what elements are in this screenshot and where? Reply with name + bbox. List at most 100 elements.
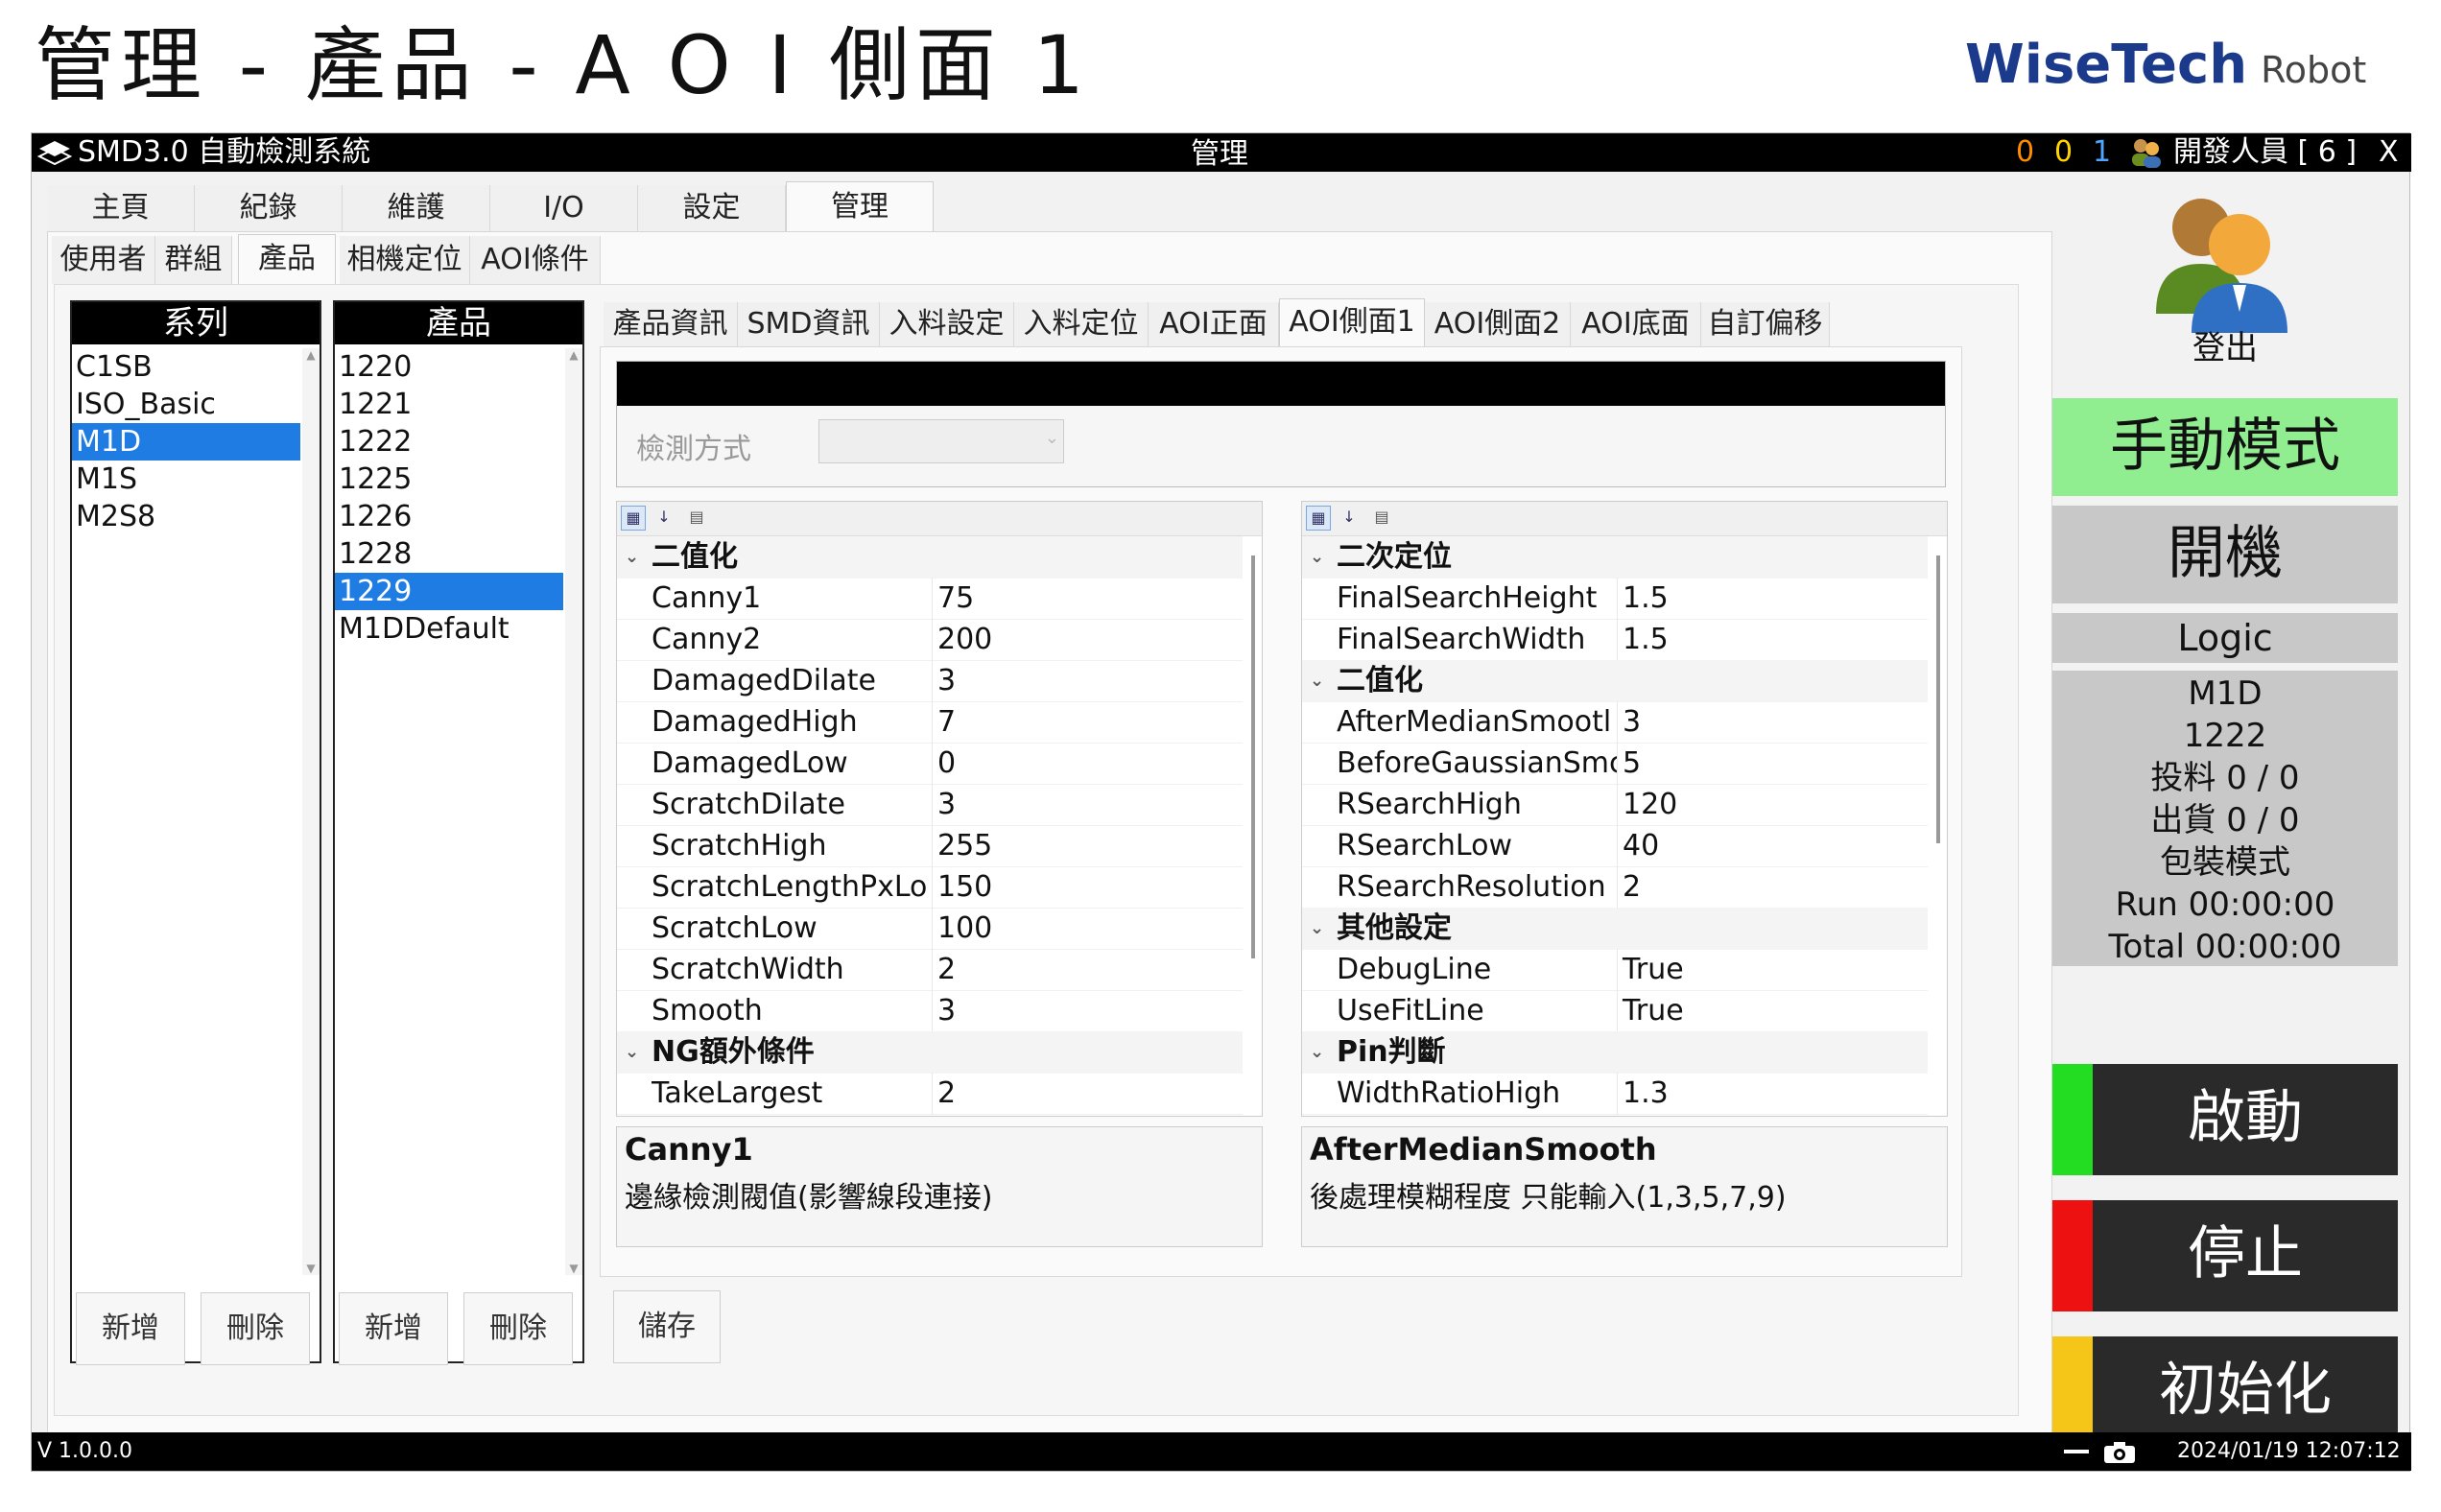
collapse-icon[interactable]: ⌄ <box>625 1031 639 1074</box>
series-list[interactable]: C1SB ISO_Basic M1D M1S M2S8 <box>72 348 300 535</box>
property-pages-icon[interactable]: ▤ <box>684 506 709 531</box>
tab-maintenance[interactable]: 維護 <box>343 185 490 231</box>
property-row[interactable]: TakeLargest 2 <box>617 1073 1243 1115</box>
property-value[interactable]: True <box>1623 949 1684 991</box>
list-item[interactable]: 1225 <box>335 461 563 498</box>
subtab-camera-position[interactable]: 相機定位 <box>340 236 470 284</box>
property-category[interactable]: ⌄ 二值化 <box>617 536 1243 579</box>
tab-admin[interactable]: 管理 <box>786 181 934 233</box>
property-row[interactable]: RSearchHigh 120 <box>1302 784 1928 826</box>
property-category[interactable]: ⌄ 二次定位 <box>1302 536 1928 579</box>
property-row[interactable]: ScratchWidth 2 <box>617 949 1243 991</box>
property-row[interactable]: DamagedDilate 3 <box>617 660 1243 702</box>
list-item[interactable]: 1220 <box>335 348 563 386</box>
property-value[interactable]: 3 <box>937 660 956 702</box>
scroll-up-icon[interactable]: ▲ <box>302 348 320 362</box>
sort-az-icon[interactable]: ↓ <box>1337 506 1362 531</box>
property-row[interactable]: Smooth 3 <box>617 990 1243 1032</box>
property-value[interactable]: 75 <box>937 578 974 620</box>
property-row[interactable]: RSearchResolution 2 <box>1302 866 1928 909</box>
property-row[interactable]: ScratchDilate 3 <box>617 784 1243 826</box>
list-item[interactable]: M2S8 <box>72 498 300 535</box>
stop-button[interactable]: 停止 <box>2052 1200 2398 1311</box>
property-row[interactable]: ScratchLengthPxLo 150 <box>617 866 1243 909</box>
property-value[interactable]: 0 <box>937 743 956 785</box>
add-product-button[interactable]: 新增 <box>339 1292 448 1365</box>
property-category[interactable]: ⌄ 二值化 <box>1302 660 1928 702</box>
property-value[interactable]: 120 <box>1623 784 1677 826</box>
subtab-products[interactable]: 產品 <box>238 234 336 286</box>
property-value[interactable]: 3 <box>937 784 956 826</box>
collapse-icon[interactable]: ⌄ <box>1310 908 1324 950</box>
scroll-thumb[interactable] <box>1251 555 1255 958</box>
product-list[interactable]: 1220 1221 1222 1225 1226 1228 1229 M1DDe… <box>335 348 563 648</box>
list-item[interactable]: 1226 <box>335 498 563 535</box>
tab-aoi-side1[interactable]: AOI側面1 <box>1279 298 1425 348</box>
scroll-down-icon[interactable]: ▼ <box>565 1262 582 1275</box>
property-row[interactable]: FinalSearchHeight 1.5 <box>1302 578 1928 620</box>
tab-settings[interactable]: 設定 <box>638 185 786 231</box>
list-item[interactable]: 1221 <box>335 386 563 423</box>
property-value[interactable]: 3 <box>937 990 956 1032</box>
property-value[interactable]: 1.5 <box>1623 578 1669 620</box>
categorized-icon[interactable]: ▦ <box>1306 506 1331 531</box>
list-item[interactable]: 1228 <box>335 535 563 573</box>
tab-product-info[interactable]: 產品資訊 <box>604 302 738 346</box>
subtab-users[interactable]: 使用者 <box>52 236 155 284</box>
save-button[interactable]: 儲存 <box>613 1290 721 1363</box>
tab-feed-settings[interactable]: 入料設定 <box>880 302 1014 346</box>
start-button[interactable]: 啟動 <box>2052 1064 2398 1175</box>
camera-icon[interactable] <box>2102 1440 2137 1465</box>
tab-aoi-bottom[interactable]: AOI底面 <box>1571 302 1701 346</box>
property-value[interactable]: 3 <box>1623 701 1641 744</box>
tab-feed-position[interactable]: 入料定位 <box>1014 302 1149 346</box>
manual-mode-button[interactable]: 手動模式 <box>2052 398 2398 496</box>
property-value[interactable]: 1.5 <box>1623 619 1669 661</box>
tab-io[interactable]: I/O <box>490 185 638 231</box>
scroll-down-icon[interactable]: ▼ <box>302 1262 320 1275</box>
property-value[interactable]: True <box>1623 990 1684 1032</box>
list-item-selected[interactable]: M1D <box>72 423 300 461</box>
property-row[interactable]: Canny2 200 <box>617 619 1243 661</box>
property-value[interactable]: 2 <box>1623 866 1641 909</box>
subtab-groups[interactable]: 群組 <box>155 236 232 284</box>
categorized-icon[interactable]: ▦ <box>621 506 646 531</box>
property-row[interactable]: ScratchLow 100 <box>617 908 1243 950</box>
scrollbar[interactable] <box>1930 536 1947 1116</box>
property-row[interactable]: DamagedHigh 7 <box>617 701 1243 744</box>
property-row[interactable]: UseFitLine True <box>1302 990 1928 1032</box>
scroll-thumb[interactable] <box>1936 555 1940 843</box>
list-item[interactable]: M1DDefault <box>335 610 563 648</box>
property-category[interactable]: ⌄ NG額外條件 <box>617 1031 1243 1074</box>
collapse-icon[interactable]: ⌄ <box>1310 536 1324 579</box>
init-button[interactable]: 初始化 <box>2052 1336 2398 1448</box>
close-button[interactable]: X <box>2379 133 2399 172</box>
user-label[interactable]: 開發人員 [ 6 ] <box>2173 133 2357 172</box>
property-category[interactable]: ⌄ Pin判斷 <box>1302 1031 1928 1074</box>
collapse-icon[interactable]: ⌄ <box>1310 1031 1324 1074</box>
minimize-icon[interactable] <box>2064 1450 2089 1453</box>
tab-aoi-front[interactable]: AOI正面 <box>1149 302 1279 346</box>
list-item-selected[interactable]: 1229 <box>335 573 563 610</box>
property-value[interactable]: 40 <box>1623 825 1659 867</box>
power-button[interactable]: 開機 <box>2052 506 2398 603</box>
list-item[interactable]: 1222 <box>335 423 563 461</box>
collapse-icon[interactable]: ⌄ <box>625 536 639 579</box>
property-row[interactable]: AfterMedianSmootl 3 <box>1302 701 1928 744</box>
property-row[interactable]: BeforeGaussianSmc 5 <box>1302 743 1928 785</box>
property-row[interactable]: WidthRatioHigh 1.3 <box>1302 1073 1928 1115</box>
property-value[interactable]: 1.3 <box>1623 1073 1669 1115</box>
list-item[interactable]: M1S <box>72 461 300 498</box>
delete-series-button[interactable]: 刪除 <box>201 1292 310 1365</box>
scrollbar[interactable] <box>1244 536 1262 1116</box>
property-row[interactable]: RSearchLow 40 <box>1302 825 1928 867</box>
subtab-aoi-conditions[interactable]: AOI條件 <box>470 236 601 284</box>
scrollbar[interactable]: ▲ ▼ <box>565 348 582 1275</box>
property-pages-icon[interactable]: ▤ <box>1369 506 1394 531</box>
scrollbar[interactable]: ▲ ▼ <box>302 348 320 1275</box>
tab-home[interactable]: 主頁 <box>47 185 195 231</box>
add-series-button[interactable]: 新增 <box>76 1292 185 1365</box>
tab-records[interactable]: 紀錄 <box>195 185 343 231</box>
tab-smd-info[interactable]: SMD資訊 <box>738 302 880 346</box>
property-row[interactable]: Canny1 75 <box>617 578 1243 620</box>
